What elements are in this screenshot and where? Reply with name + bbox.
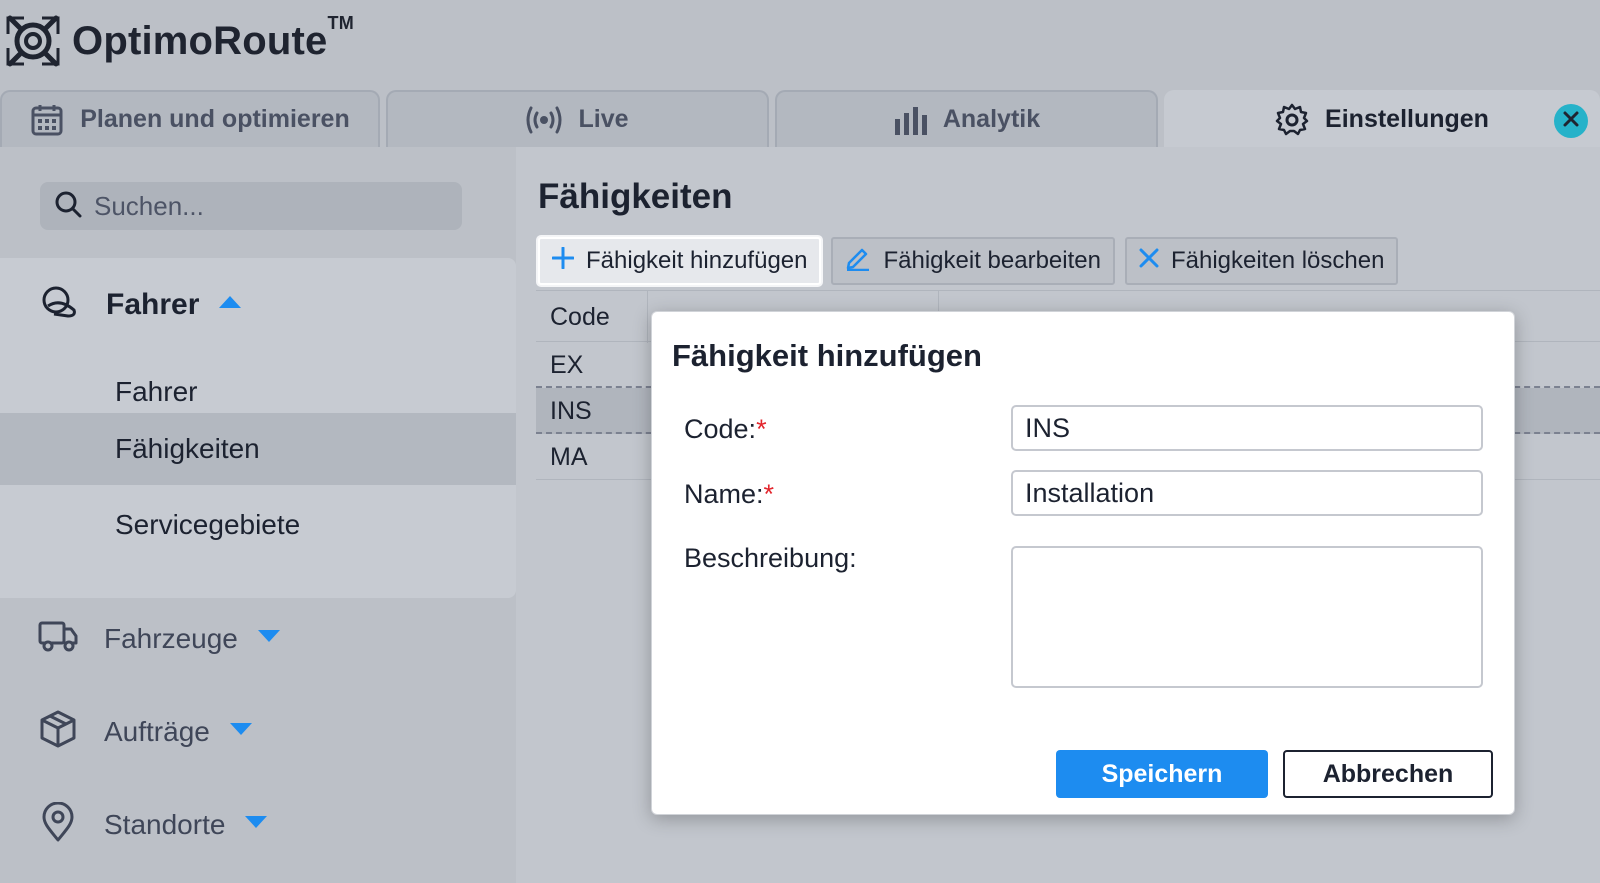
column-header-code[interactable]: Code — [550, 303, 610, 332]
delete-skills-label: Fähigkeiten löschen — [1170, 247, 1385, 274]
search-input[interactable]: Suchen... — [40, 182, 462, 230]
sidebar-group-drivers[interactable]: Fahrer — [40, 284, 242, 325]
tab-label: Live — [578, 105, 629, 133]
page-title: Fähigkeiten — [538, 177, 733, 216]
add-skill-label: Fähigkeit hinzufügen — [586, 247, 808, 274]
calendar-icon — [30, 103, 64, 137]
name-label: Name:* — [684, 479, 775, 509]
sidebar-item-skills[interactable]: Fähigkeiten — [0, 413, 516, 485]
add-skill-dialog: Fähigkeit hinzufügen Code:* INS Name:* I… — [651, 311, 1515, 815]
name-field[interactable]: Installation — [1011, 470, 1483, 516]
edit-skill-button[interactable]: Fähigkeit bearbeiten — [831, 237, 1115, 285]
code-field[interactable]: INS — [1011, 405, 1483, 451]
description-label: Beschreibung: — [684, 543, 857, 573]
tab-label: Planen und optimieren — [80, 105, 350, 133]
dialog-title: Fähigkeit hinzufügen — [672, 338, 982, 373]
tab-plan-optimize[interactable]: Planen und optimieren — [0, 90, 380, 147]
sidebar-item-orders[interactable]: Aufträge — [38, 710, 252, 753]
tab-live[interactable]: Live — [386, 90, 769, 147]
chevron-down-icon — [257, 629, 280, 648]
table-cell-code: EX — [550, 351, 584, 379]
main-tab-bar: Planen und optimieren Live Analytik Eins… — [0, 80, 1600, 147]
table-cell-code: MA — [550, 443, 588, 471]
pencil-icon — [845, 245, 871, 278]
column-divider — [647, 291, 648, 343]
delete-x-icon — [1139, 247, 1159, 275]
save-button[interactable]: Speichern — [1056, 750, 1268, 798]
sidebar-item-label: Standorte — [104, 808, 226, 840]
sidebar-item-vehicles[interactable]: Fahrzeuge — [38, 619, 280, 658]
brand-logo: OptimoRouteTM — [4, 8, 354, 74]
sidebar-item-label: Fahrzeuge — [104, 622, 238, 654]
close-icon — [1562, 110, 1580, 133]
delete-skills-button[interactable]: Fähigkeiten löschen — [1124, 237, 1399, 285]
drivers-group: Fahrer Fahrer Fähigkeiten Servicegebiete — [0, 258, 516, 598]
bar-chart-icon — [893, 105, 927, 135]
chevron-down-icon — [245, 815, 268, 834]
tab-label: Analytik — [942, 105, 1041, 133]
package-icon — [38, 710, 78, 753]
sidebar-item-label: Aufträge — [104, 715, 210, 747]
add-skill-button[interactable]: Fähigkeit hinzufügen — [538, 237, 822, 285]
truck-icon — [38, 619, 78, 658]
plus-icon — [551, 246, 575, 276]
toolbar: Fähigkeit hinzufügen Fähigkeit bearbeite… — [538, 237, 1399, 285]
chevron-down-icon — [229, 722, 252, 741]
table-cell-code: INS — [550, 397, 592, 425]
cancel-button[interactable]: Abbrechen — [1283, 750, 1493, 798]
sidebar-item-service-areas[interactable]: Servicegebiete — [0, 489, 516, 561]
location-pin-icon — [38, 801, 78, 847]
brand-name: OptimoRouteTM — [72, 12, 354, 63]
close-settings-button[interactable] — [1554, 104, 1588, 138]
tab-label: Einstellungen — [1325, 105, 1489, 133]
description-field[interactable] — [1011, 546, 1483, 688]
sidebar-item-locations[interactable]: Standorte — [38, 801, 268, 847]
chevron-up-icon — [219, 295, 242, 314]
gear-icon — [1275, 103, 1309, 137]
required-marker: * — [763, 479, 775, 509]
code-label: Code:* — [684, 414, 767, 444]
tab-settings[interactable]: Einstellungen — [1164, 90, 1600, 147]
edit-skill-label: Fähigkeit bearbeiten — [883, 247, 1101, 274]
driver-icon — [40, 284, 80, 325]
broadcast-icon — [526, 105, 562, 135]
logo-icon — [4, 12, 62, 70]
sidebar-group-label: Fahrer — [106, 287, 200, 321]
search-placeholder: Suchen... — [94, 190, 204, 221]
required-marker: * — [756, 414, 767, 444]
sidebar: Suchen... Fahrer Fahrer Fähigkeiten Serv… — [0, 147, 516, 883]
search-icon — [54, 190, 82, 223]
tab-analytics[interactable]: Analytik — [775, 90, 1158, 147]
